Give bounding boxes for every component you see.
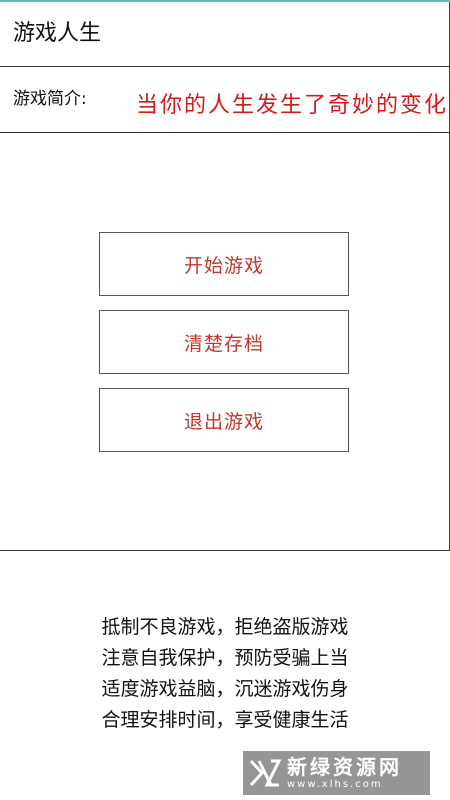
- title-bar: 游戏人生: [0, 2, 450, 66]
- page-title: 游戏人生: [13, 21, 102, 46]
- notice-line: 适度游戏益脑，沉迷游戏伤身: [101, 678, 349, 700]
- intro-row: 游戏简介: 当你的人生发生了奇妙的变化: [0, 67, 450, 132]
- watermark-logo-icon: [243, 751, 287, 795]
- clear-save-button[interactable]: 清楚存档: [99, 310, 349, 374]
- notice-line: 抵制不良游戏，拒绝盗版游戏: [101, 616, 349, 638]
- watermark-name: 新绿资源网: [287, 755, 402, 779]
- watermark-url: www.xlhs.com: [287, 779, 383, 790]
- divider-intro: [0, 132, 450, 133]
- notice-line: 注意自我保护，预防受骗上当: [101, 647, 349, 669]
- intro-label: 游戏简介:: [13, 89, 87, 109]
- notice-line: 合理安排时间，享受健康生活: [101, 709, 349, 731]
- start-game-button[interactable]: 开始游戏: [99, 232, 349, 296]
- divider-notice: [0, 550, 450, 551]
- exit-game-button[interactable]: 退出游戏: [99, 388, 349, 452]
- intro-marquee-text: 当你的人生发生了奇妙的变化: [136, 93, 449, 118]
- site-watermark: 新绿资源网 www.xlhs.com: [243, 751, 430, 795]
- health-notice: 抵制不良游戏，拒绝盗版游戏 注意自我保护，预防受骗上当 适度游戏益脑，沉迷游戏伤…: [0, 612, 450, 736]
